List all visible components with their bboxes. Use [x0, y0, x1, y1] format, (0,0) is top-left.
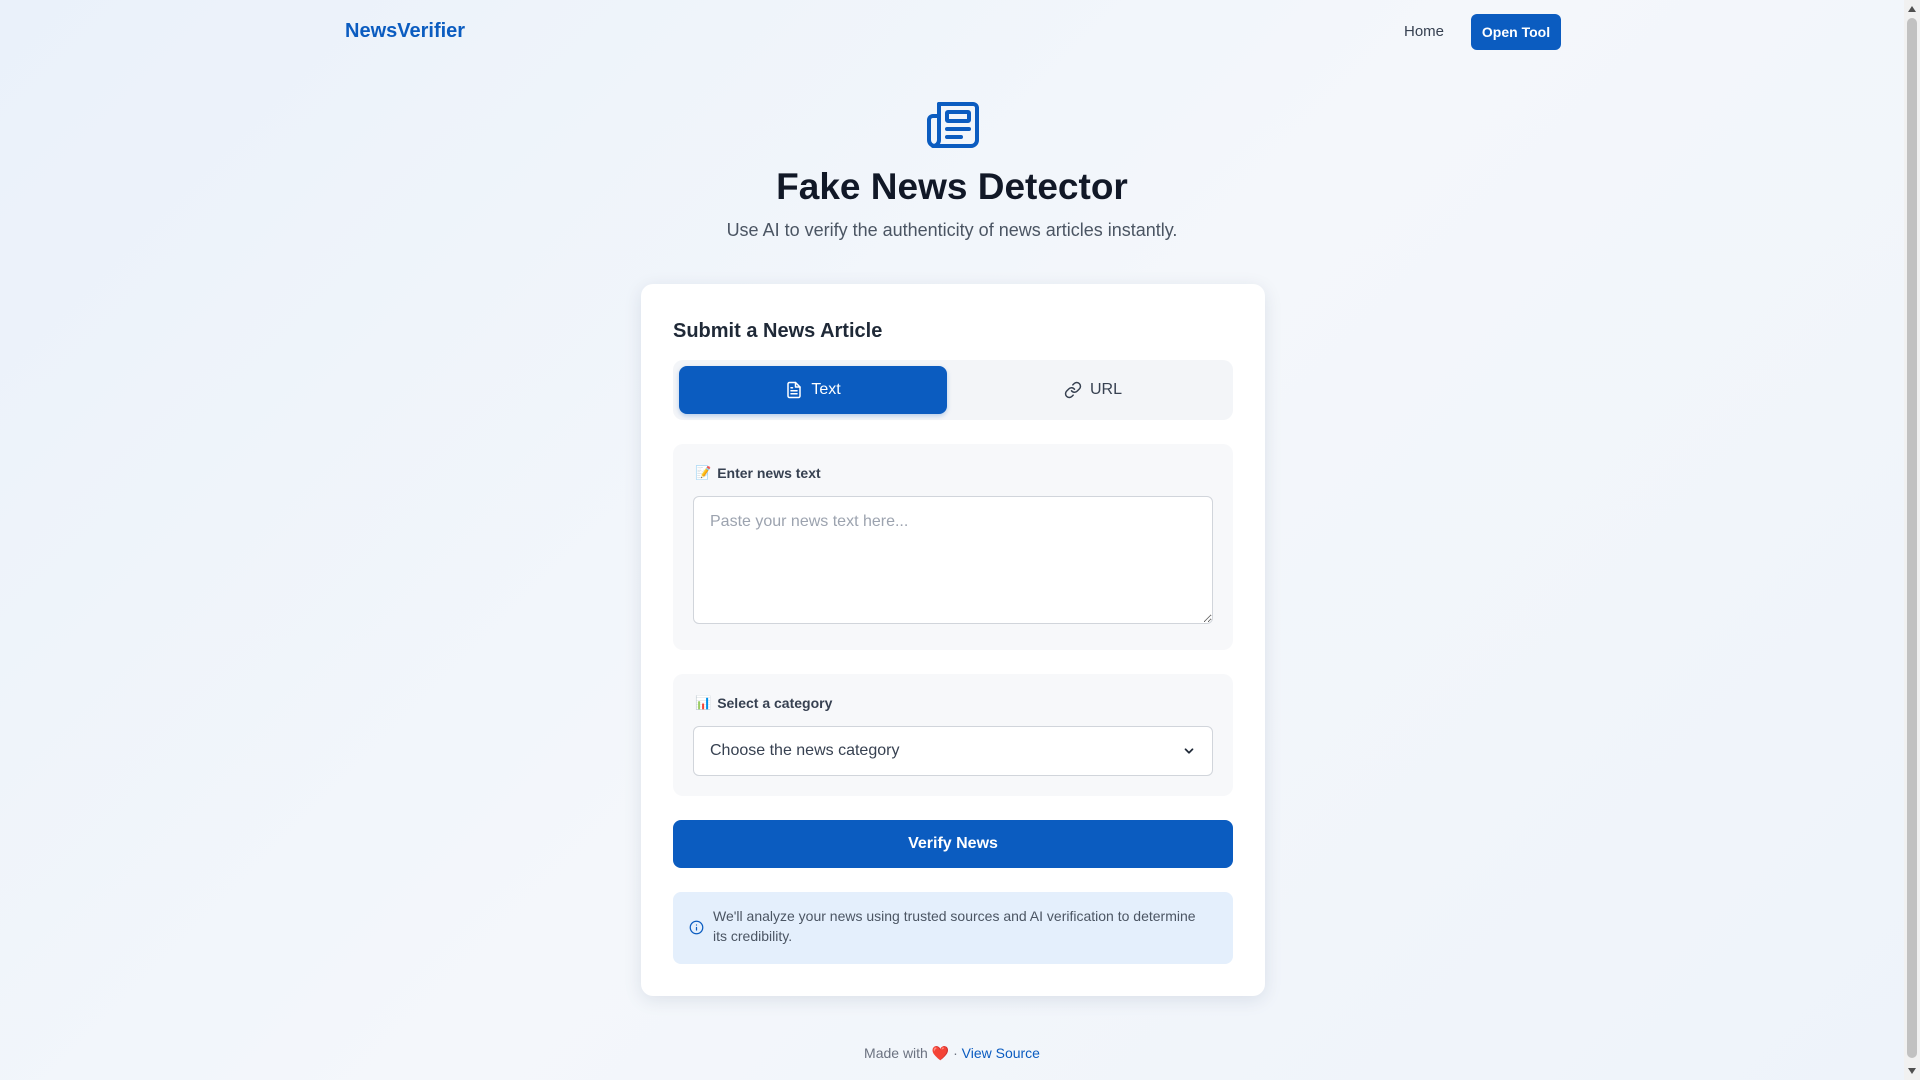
footer-made-with: Made with — [864, 1045, 928, 1061]
top-navbar: NewsVerifier Home Open Tool — [0, 0, 1904, 64]
verify-news-button[interactable]: Verify News — [673, 820, 1233, 868]
footer: Made with ❤️ · View Source — [0, 1045, 1904, 1062]
document-icon — [787, 381, 802, 399]
tab-url-label: URL — [1089, 381, 1122, 398]
link-icon — [1064, 381, 1082, 399]
tab-url[interactable]: URL — [959, 366, 1227, 414]
bar-chart-icon: 📊 — [695, 695, 712, 710]
submit-card: Submit a News Article Text URL 📝 Enter n… — [641, 284, 1265, 996]
brand-logo[interactable]: NewsVerifier — [345, 20, 465, 43]
open-tool-button[interactable]: Open Tool — [1471, 14, 1561, 50]
category-label: Select a category — [717, 695, 833, 711]
vertical-scrollbar[interactable] — [1904, 0, 1920, 1080]
news-text-label-row: 📝 Enter news text — [695, 465, 821, 481]
tab-text-label: Text — [811, 381, 841, 398]
category-section: 📊 Select a category Choose the news cate… — [673, 674, 1233, 796]
scroll-up-icon[interactable] — [1908, 6, 1916, 12]
memo-icon: 📝 — [695, 465, 712, 480]
card-title: Submit a News Article — [673, 320, 883, 342]
info-text: We'll analyze your news using trusted so… — [713, 908, 1196, 944]
tab-text[interactable]: Text — [679, 366, 947, 414]
scroll-down-icon[interactable] — [1908, 1068, 1916, 1074]
newspaper-icon — [927, 102, 979, 148]
category-select-value: Choose the news category — [710, 742, 900, 759]
scroll-thumb[interactable] — [1907, 18, 1917, 1058]
footer-separator: · — [953, 1045, 958, 1061]
page-subtitle: Use AI to verify the authenticity of new… — [726, 220, 1178, 240]
news-text-section: 📝 Enter news text — [673, 444, 1233, 650]
nav-home-link[interactable]: Home — [1404, 23, 1444, 40]
category-label-row: 📊 Select a category — [695, 695, 832, 711]
heart-icon: ❤️ — [931, 1045, 950, 1061]
input-mode-tabs: Text URL — [673, 360, 1233, 420]
view-source-link[interactable]: View Source — [962, 1045, 1040, 1061]
category-select[interactable]: Choose the news category — [693, 726, 1213, 776]
info-icon — [689, 920, 704, 935]
chevron-down-icon — [1184, 748, 1194, 754]
page-title: Fake News Detector — [776, 166, 1128, 207]
info-notice: We'll analyze your news using trusted so… — [673, 892, 1233, 964]
news-text-input[interactable] — [693, 496, 1213, 624]
news-text-label: Enter news text — [717, 465, 821, 481]
